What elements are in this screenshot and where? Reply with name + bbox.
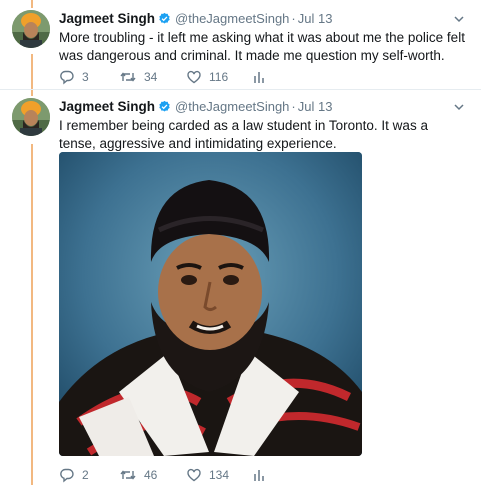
tweet[interactable]: Jagmeet Singh @theJagmeetSingh · Jul 13 Mor… [0,10,481,92]
verified-badge-icon [158,12,171,30]
retweet-icon [119,467,137,483]
like-icon [186,69,202,85]
chevron-down-icon[interactable] [453,100,465,118]
tweet-header: Jagmeet Singh @theJagmeetSingh · Jul 13 [59,10,332,28]
thread-connector [31,0,33,8]
like-icon [186,467,202,483]
tweet-header: Jagmeet Singh @theJagmeetSingh · Jul 13 [59,98,332,116]
author-name[interactable]: Jagmeet Singh [59,99,155,114]
author-handle[interactable]: @theJagmeetSingh [175,11,289,26]
retweet-button[interactable]: 34 [119,68,157,86]
retweet-count: 34 [144,70,158,84]
avatar[interactable] [12,98,50,136]
analytics-icon [253,69,265,85]
analytics-button[interactable] [253,68,265,86]
separator-dot: · [291,11,296,26]
tweet-text: More troubling - it left me asking what … [59,30,465,63]
tweet-photo[interactable] [59,152,362,456]
author-handle[interactable]: @theJagmeetSingh [175,99,289,114]
author-name[interactable]: Jagmeet Singh [59,11,155,26]
chevron-down-icon[interactable] [453,12,465,30]
like-count: 116 [209,70,229,84]
reply-button[interactable]: 3 [59,68,89,86]
reply-icon [59,467,75,483]
avatar[interactable] [12,10,50,48]
analytics-button[interactable] [253,466,265,484]
tweet-date[interactable]: Jul 13 [298,11,333,26]
like-button[interactable]: 116 [186,68,228,86]
like-button[interactable]: 134 [186,466,229,484]
retweet-icon [119,69,137,85]
reply-icon [59,69,75,85]
tweet-date[interactable]: Jul 13 [298,99,333,114]
reply-count: 2 [82,468,89,482]
tweet-divider [0,89,481,90]
retweet-button[interactable]: 46 [119,466,157,484]
separator-dot: · [291,99,296,114]
tweet-text: I remember being carded as a law student… [59,118,428,151]
reply-button[interactable]: 2 [59,466,89,484]
like-count: 134 [209,468,230,482]
retweet-count: 46 [144,468,158,482]
reply-count: 3 [82,70,89,84]
verified-badge-icon [158,100,171,118]
analytics-icon [253,467,265,483]
